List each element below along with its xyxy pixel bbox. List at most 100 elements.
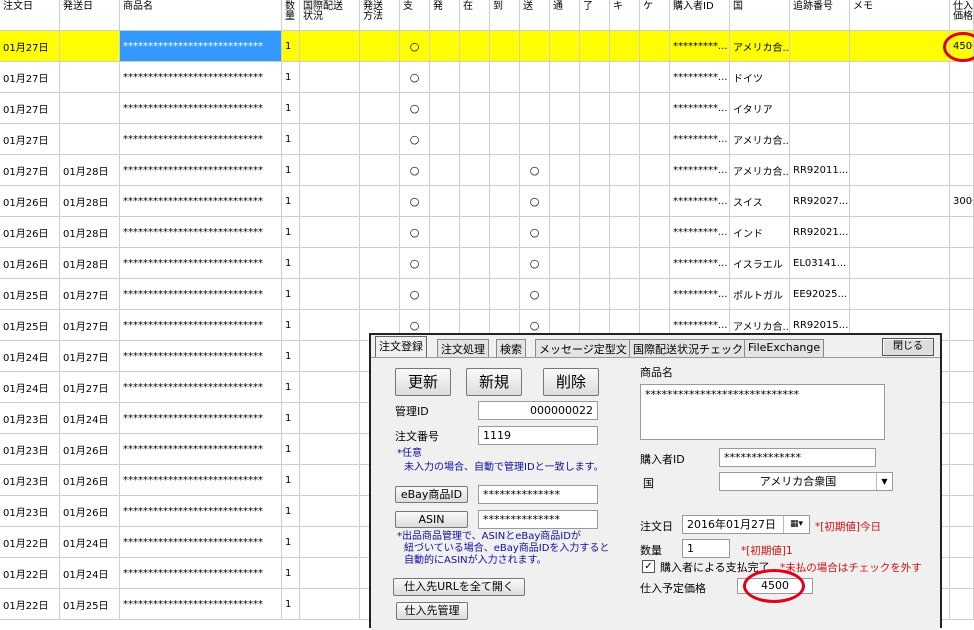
- cell-notified[interactable]: [550, 155, 580, 186]
- cell-intl-shipping-status[interactable]: [300, 527, 360, 558]
- cell-shipped[interactable]: [430, 217, 460, 248]
- cell-purchase-price[interactable]: [950, 496, 974, 527]
- cell-case[interactable]: [640, 31, 670, 62]
- cell-notified[interactable]: [550, 62, 580, 93]
- cell-sent[interactable]: ○: [520, 217, 550, 248]
- cell-paid[interactable]: ○: [400, 217, 430, 248]
- cell-shipped[interactable]: [430, 62, 460, 93]
- column-header-country[interactable]: 国: [730, 0, 790, 31]
- cell-intl-shipping-status[interactable]: [300, 589, 360, 620]
- cell-quantity[interactable]: 1: [282, 310, 300, 341]
- cell-tracking-number[interactable]: EE92025...: [790, 279, 850, 310]
- tab-order-processing[interactable]: 注文処理: [437, 339, 489, 357]
- cell-arrived[interactable]: [490, 31, 520, 62]
- cell-order-date[interactable]: 01月23日: [0, 403, 60, 434]
- cell-key[interactable]: [610, 186, 640, 217]
- cell-intl-shipping-status[interactable]: [300, 465, 360, 496]
- cell-arrived[interactable]: [490, 217, 520, 248]
- cell-ship-date[interactable]: 01月26日: [60, 496, 120, 527]
- order-number-field[interactable]: 1119: [478, 426, 598, 445]
- cell-product-name[interactable]: ****************************: [120, 341, 282, 372]
- cell-intl-shipping-status[interactable]: [300, 186, 360, 217]
- cell-memo[interactable]: [850, 279, 950, 310]
- cell-intl-shipping-status[interactable]: [300, 403, 360, 434]
- cell-paid[interactable]: ○: [400, 62, 430, 93]
- cell-sent[interactable]: [520, 31, 550, 62]
- cell-ship-date[interactable]: [60, 31, 120, 62]
- tab-file-exchange[interactable]: FileExchange: [744, 339, 825, 357]
- cell-intl-shipping-status[interactable]: [300, 31, 360, 62]
- column-header-shipped[interactable]: 発: [430, 0, 460, 31]
- cell-ship-date[interactable]: 01月24日: [60, 403, 120, 434]
- cell-ship-method[interactable]: [360, 248, 400, 279]
- cell-buyer-id[interactable]: *********...: [670, 217, 730, 248]
- cell-arrived[interactable]: [490, 155, 520, 186]
- cell-ship-date[interactable]: [60, 124, 120, 155]
- supplier-management-button[interactable]: 仕入先管理: [396, 602, 468, 620]
- cell-tracking-number[interactable]: [790, 31, 850, 62]
- product-name-field[interactable]: ****************************: [640, 384, 885, 440]
- cell-paid[interactable]: ○: [400, 248, 430, 279]
- cell-product-name[interactable]: ****************************: [120, 279, 282, 310]
- tab-message-templates[interactable]: メッセージ定型文: [535, 339, 631, 357]
- cell-sent[interactable]: ○: [520, 186, 550, 217]
- cell-key[interactable]: [610, 155, 640, 186]
- cell-arrived[interactable]: [490, 62, 520, 93]
- column-header-ship-date[interactable]: 発送日: [60, 0, 120, 31]
- column-header-complete[interactable]: 了: [580, 0, 610, 31]
- cell-notified[interactable]: [550, 217, 580, 248]
- quantity-field[interactable]: 1: [682, 539, 730, 558]
- cell-quantity[interactable]: 1: [282, 248, 300, 279]
- cell-shipped[interactable]: [430, 279, 460, 310]
- cell-ship-date[interactable]: 01月28日: [60, 155, 120, 186]
- cell-order-date[interactable]: 01月27日: [0, 62, 60, 93]
- table-row[interactable]: 01月27日 **************************** 1 ○ ****…: [0, 62, 974, 93]
- cell-case[interactable]: [640, 124, 670, 155]
- cell-country[interactable]: アメリカ合...: [730, 31, 790, 62]
- cell-tracking-number[interactable]: EL03141...: [790, 248, 850, 279]
- cell-quantity[interactable]: 1: [282, 465, 300, 496]
- cell-buyer-id[interactable]: *********...: [670, 155, 730, 186]
- cell-intl-shipping-status[interactable]: [300, 93, 360, 124]
- cell-memo[interactable]: [850, 62, 950, 93]
- cell-shipped[interactable]: [430, 186, 460, 217]
- cell-quantity[interactable]: 1: [282, 62, 300, 93]
- cell-country[interactable]: イスラエル: [730, 248, 790, 279]
- cell-intl-shipping-status[interactable]: [300, 279, 360, 310]
- cell-complete[interactable]: [580, 248, 610, 279]
- cell-case[interactable]: [640, 93, 670, 124]
- cell-order-date[interactable]: 01月26日: [0, 186, 60, 217]
- cell-country[interactable]: インド: [730, 217, 790, 248]
- cell-shipped[interactable]: [430, 155, 460, 186]
- cell-arrived[interactable]: [490, 186, 520, 217]
- cell-memo[interactable]: [850, 93, 950, 124]
- cell-order-date[interactable]: 01月22日: [0, 527, 60, 558]
- cell-order-date[interactable]: 01月25日: [0, 310, 60, 341]
- close-button[interactable]: 閉じる: [882, 338, 934, 356]
- cell-intl-shipping-status[interactable]: [300, 310, 360, 341]
- cell-sent[interactable]: [520, 62, 550, 93]
- cell-purchase-price[interactable]: [950, 527, 974, 558]
- cell-purchase-price[interactable]: [950, 248, 974, 279]
- update-button[interactable]: 更新: [395, 368, 451, 396]
- cell-stock[interactable]: [460, 155, 490, 186]
- open-all-supplier-urls-button[interactable]: 仕入先URLを全て開く: [393, 578, 525, 596]
- cell-ship-date[interactable]: 01月24日: [60, 527, 120, 558]
- cell-memo[interactable]: [850, 186, 950, 217]
- cell-ship-method[interactable]: [360, 279, 400, 310]
- cell-product-name[interactable]: ****************************: [120, 496, 282, 527]
- cell-intl-shipping-status[interactable]: [300, 248, 360, 279]
- cell-order-date[interactable]: 01月27日: [0, 155, 60, 186]
- cell-buyer-id[interactable]: *********...: [670, 248, 730, 279]
- cell-notified[interactable]: [550, 93, 580, 124]
- cell-purchase-price[interactable]: [950, 558, 974, 589]
- cell-order-date[interactable]: 01月27日: [0, 124, 60, 155]
- cell-order-date[interactable]: 01月24日: [0, 372, 60, 403]
- cell-ship-method[interactable]: [360, 31, 400, 62]
- cell-ship-date[interactable]: 01月27日: [60, 372, 120, 403]
- cell-product-name[interactable]: ****************************: [120, 434, 282, 465]
- cell-ship-date[interactable]: 01月27日: [60, 310, 120, 341]
- column-header-case[interactable]: ケ: [640, 0, 670, 31]
- cell-order-date[interactable]: 01月27日: [0, 31, 60, 62]
- cell-key[interactable]: [610, 93, 640, 124]
